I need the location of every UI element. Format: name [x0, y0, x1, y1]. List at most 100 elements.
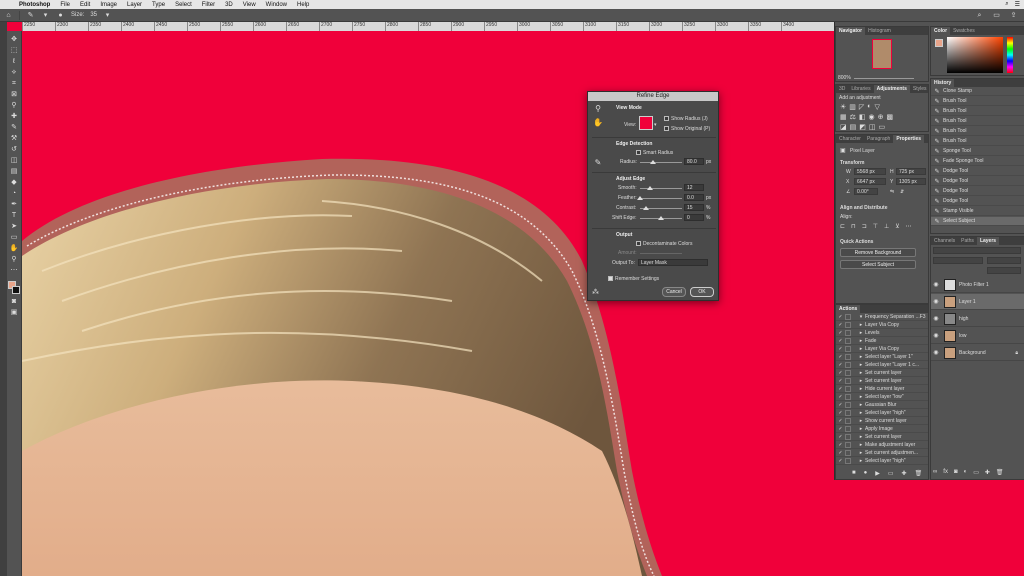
dialog-toggle-box[interactable] [845, 345, 851, 352]
action-row[interactable]: ✓ ▸ Layer Via Copy [836, 345, 928, 353]
exposure-icon[interactable]: ◐ [867, 103, 871, 111]
layer-row[interactable]: ◉ high [931, 311, 1024, 327]
tab-swatches[interactable]: Swatches [950, 27, 978, 35]
check-icon[interactable]: ✓ [836, 442, 845, 448]
selective-color-icon[interactable]: ◫ [869, 123, 876, 131]
dialog-toggle-box[interactable] [845, 369, 851, 376]
dialog-toggle-box[interactable] [845, 361, 851, 368]
check-icon[interactable]: ✓ [836, 418, 845, 424]
dialog-toggle-box[interactable] [845, 457, 851, 464]
select-subject-button[interactable]: Select Subject [840, 260, 916, 269]
chevron-right-icon[interactable]: ▸ [857, 362, 865, 368]
history-item[interactable]: ✎ Dodge Tool [931, 167, 1024, 176]
history-item[interactable]: ✎ Brush Tool [931, 127, 1024, 136]
history-item[interactable]: ✎ Select Subject [931, 217, 1024, 226]
tab-character[interactable]: Character [836, 135, 864, 143]
link-layers-icon[interactable]: ∞ [933, 469, 937, 476]
zoom-tool-icon[interactable]: ⚲ [592, 104, 604, 114]
action-row[interactable]: ✓ ▸ Select layer "high" [836, 409, 928, 417]
action-row[interactable]: ✓ ▸ Apply Image [836, 425, 928, 433]
eye-icon[interactable]: ◉ [931, 349, 941, 356]
remember-settings-checkbox[interactable] [608, 276, 613, 281]
brush-tool-icon[interactable]: ✎ [9, 123, 20, 132]
align-left-icon[interactable]: ⊏ [840, 223, 845, 230]
trash-icon[interactable]: 🗑︎ [915, 470, 923, 477]
refine-radius-brush-icon[interactable]: ✎ [592, 158, 604, 168]
black-white-icon[interactable]: ◧ [859, 113, 866, 121]
record-icon[interactable]: ● [864, 470, 868, 477]
action-row[interactable]: ✓ ▸ Show current layer [836, 417, 928, 425]
search-icon[interactable]: ⌕ [975, 11, 984, 20]
fx-icon[interactable]: fx [943, 469, 948, 476]
align-center-icon[interactable]: ⊓ [851, 223, 856, 230]
chevron-right-icon[interactable]: ▸ [857, 458, 865, 464]
flip-horizontal-icon[interactable]: ⇋ [890, 189, 894, 195]
type-tool-icon[interactable]: T [9, 211, 20, 220]
eyedropper-tool-icon[interactable]: ⚲ [9, 101, 20, 110]
navigator-thumbnail[interactable] [872, 39, 892, 69]
check-icon[interactable]: ✓ [836, 346, 845, 352]
check-icon[interactable]: ✓ [836, 314, 845, 320]
smooth-field[interactable]: 12 [684, 184, 704, 191]
check-icon[interactable]: ✓ [836, 394, 845, 400]
chevron-down-icon[interactable]: ▾ [857, 314, 865, 320]
threshold-icon[interactable]: ◩ [859, 123, 866, 131]
workspace-icon[interactable]: ▭ [992, 11, 1001, 20]
menu-window[interactable]: Window [261, 2, 292, 8]
check-icon[interactable]: ✓ [836, 386, 845, 392]
dialog-toggle-box[interactable] [845, 377, 851, 384]
check-icon[interactable]: ✓ [836, 434, 845, 440]
radius-field[interactable]: 80.0 [684, 158, 704, 165]
dialog-toggle-box[interactable] [845, 313, 851, 320]
menu-layer[interactable]: Layer [122, 2, 147, 8]
check-icon[interactable]: ✓ [836, 378, 845, 384]
chevron-right-icon[interactable]: ▸ [857, 394, 865, 400]
action-row[interactable]: ✓ ▸ Select layer "low" [836, 393, 928, 401]
posterize-icon[interactable]: ▤ [850, 123, 857, 131]
tab-paragraph[interactable]: Paragraph [864, 135, 893, 143]
cancel-button[interactable]: Cancel [662, 287, 686, 297]
action-row[interactable]: ✓ ▸ Gaussian Blur [836, 401, 928, 409]
crop-tool-icon[interactable]: ⌗ [9, 79, 20, 88]
home-icon[interactable]: ⌂ [4, 11, 13, 20]
history-item[interactable]: ✎ Clone Stamp [931, 87, 1024, 96]
dialog-toggle-box[interactable] [845, 329, 851, 336]
path-select-tool-icon[interactable]: ➤ [9, 222, 20, 231]
play-icon[interactable]: ▶ [875, 470, 880, 477]
chevron-right-icon[interactable]: ▸ [857, 338, 865, 344]
action-row[interactable]: ✓ ▸ Hide current layer [836, 385, 928, 393]
history-item[interactable]: ✎ Dodge Tool [931, 187, 1024, 196]
check-icon[interactable]: ✓ [836, 330, 845, 336]
show-original-checkbox[interactable] [664, 126, 669, 131]
healing-brush-tool-icon[interactable]: ✚ [9, 112, 20, 121]
stop-icon[interactable]: ■ [852, 470, 856, 477]
vibrance-icon[interactable]: ▽ [875, 103, 880, 111]
flip-vertical-icon[interactable]: ⇵ [900, 189, 904, 195]
action-row[interactable]: ✓ ▸ Select layer "high" [836, 457, 928, 465]
new-set-icon[interactable]: ▭ [888, 470, 894, 477]
dialog-toggle-box[interactable] [845, 353, 851, 360]
layer-row[interactable]: ◉ Background 🔒︎ [931, 345, 1024, 361]
hand-tool-icon[interactable]: ✋ [9, 244, 20, 253]
menu-3d[interactable]: 3D [220, 2, 238, 8]
adjustment-layer-icon[interactable]: ◐ [964, 469, 968, 476]
radius-slider-knob[interactable] [650, 160, 657, 164]
menu-help[interactable]: Help [292, 2, 314, 8]
chevron-right-icon[interactable]: ▸ [857, 442, 865, 448]
chevron-right-icon[interactable]: ▸ [857, 378, 865, 384]
zoom-level[interactable]: 800% [838, 75, 851, 81]
action-row[interactable]: ✓ ▸ Select layer "Layer 1 c... [836, 361, 928, 369]
action-row[interactable]: ✓ ▾ Frequency Separation ...F3 [836, 313, 928, 321]
menu-filter[interactable]: Filter [197, 2, 220, 8]
dodge-tool-icon[interactable]: ◔ [9, 189, 20, 198]
chevron-right-icon[interactable]: ▸ [857, 354, 865, 360]
quick-select-tool-icon[interactable]: ⟡ [9, 68, 20, 77]
menu-list-icon[interactable]: ☰ [1015, 1, 1020, 8]
tab-actions[interactable]: Actions [836, 305, 861, 313]
invert-icon[interactable]: ◪ [840, 123, 847, 131]
foreground-color-swatch[interactable] [935, 39, 943, 47]
chevron-right-icon[interactable]: ▸ [857, 346, 865, 352]
y-field[interactable]: 1305 px [896, 178, 926, 185]
chevron-right-icon[interactable]: ▸ [857, 426, 865, 432]
history-brush-tool-icon[interactable]: ↺ [9, 145, 20, 154]
